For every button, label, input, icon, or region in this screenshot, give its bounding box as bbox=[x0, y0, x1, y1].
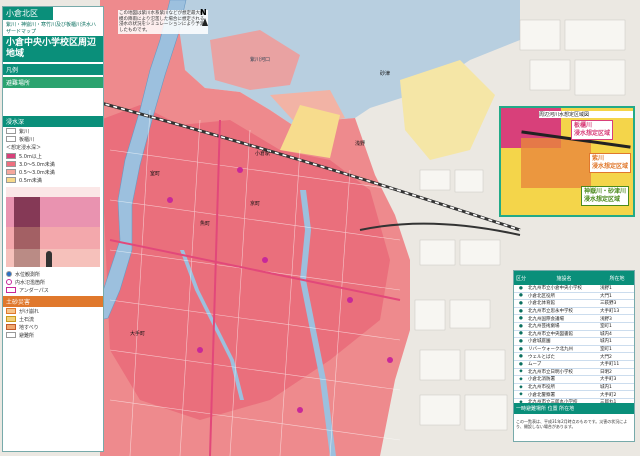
flood-level-4: 0.5m未満 bbox=[3, 176, 103, 184]
map-label-uomachi: 魚町 bbox=[200, 221, 211, 227]
legend-evac: 避難所 bbox=[3, 331, 103, 339]
ward-name: 小倉北区 bbox=[3, 7, 53, 20]
legend-cliff: がけ崩れ bbox=[3, 307, 103, 315]
shelter-table-header: 区分 施設名 所在地 bbox=[514, 271, 634, 285]
inset-title: 周辺河川水想定区域図 bbox=[539, 111, 633, 118]
legend-river-1: 紫川 bbox=[3, 127, 103, 135]
temporary-shelter-header: 一時避難場所 位置 所在地 bbox=[514, 403, 634, 414]
inset-label-kanatake: 神嶽川・砂津川 浸水想定区域 bbox=[581, 186, 630, 206]
shelter-table-note: この一覧表は、平成31年2月時点のものです。災害の状況により、開設しない場合があ… bbox=[516, 419, 628, 429]
map-label-muromachi: 室町 bbox=[150, 171, 161, 177]
compass-north-icon: N bbox=[200, 8, 207, 17]
inset-label-itabitsu: 板櫃川 浸水想定区域 bbox=[571, 120, 614, 140]
person-icon bbox=[46, 251, 52, 267]
legend-inland-flood: 内水氾濫箇所 bbox=[3, 278, 103, 286]
flood-level-3: 0.5～3.0m未満 bbox=[3, 168, 103, 176]
map-subtitle: 紫川・神嶽川・寒竹川及び板櫃川洪水ハザードマップ bbox=[6, 22, 97, 35]
inset-label-murasaki: 紫川 浸水想定区域 bbox=[589, 153, 632, 173]
legend-section-shelter: 避難場所 bbox=[3, 77, 103, 88]
table-row: ● 小倉北体育館 三萩野3 bbox=[514, 300, 634, 308]
legend-underpass: アンダーパス bbox=[3, 286, 103, 294]
table-row: ● 北九州市立中央図書館 城内4 bbox=[514, 331, 634, 339]
legend-panel: 小倉北区 紫川・神嶽川・寒竹川及び板櫃川洪水ハザードマップ 小倉中央小学校区周辺… bbox=[2, 6, 104, 452]
compass-arrow-icon bbox=[202, 18, 208, 26]
flood-level-2: 3.0～5.0m未満 bbox=[3, 160, 103, 168]
table-row: ● ムーブ 大手町11 bbox=[514, 361, 634, 369]
legend-debris: 土石流 bbox=[3, 315, 103, 323]
table-row: ● ウェルとばた 大門2 bbox=[514, 353, 634, 361]
map-note: この地図は紫川水系紫川などが想定最大規模の降雨により氾濫した場合に想定される浸水… bbox=[118, 10, 208, 34]
table-row: ◆ 小倉北警察署 大手町2 bbox=[514, 391, 634, 399]
inset-map: 周辺河川水想定区域図 板櫃川 浸水想定区域 紫川 浸水想定区域 神嶽川・砂津川 … bbox=[499, 106, 635, 217]
shelter-table: 区分 施設名 所在地 ● 北九州市立小倉中央小学校 浅野1 ● 小倉北区役所 大門1 ● 小倉… bbox=[513, 270, 635, 442]
depth-illustration bbox=[6, 187, 100, 267]
table-row: ◆ 北九州市立日明小学校 日明2 bbox=[514, 369, 634, 377]
table-row: ● 北九州市立小倉中央小学校 浅野1 bbox=[514, 285, 634, 293]
legend-landslide: 地すべり bbox=[3, 323, 103, 331]
map-label-asano: 浅野 bbox=[355, 141, 366, 147]
shelter-table-rows: ● 北九州市立小倉中央小学校 浅野1 ● 小倉北区役所 大門1 ● 小倉北体育館 三萩野3 ● 北九… bbox=[514, 285, 634, 407]
legend-shelter-icons bbox=[3, 88, 103, 114]
flood-depth-header: ＜想定浸水深＞ bbox=[6, 145, 42, 151]
table-row: ● 北九州国際会議場 浅野3 bbox=[514, 315, 634, 323]
legend-gauge: 水位観測所 bbox=[3, 270, 103, 278]
legend-section-landslide: 土砂災害 bbox=[3, 296, 103, 307]
map-label-kyomachi: 京町 bbox=[250, 201, 261, 207]
map-title: 小倉中央小学校区周辺地域 bbox=[3, 36, 103, 62]
table-row: ● 北九州芸術劇場 室町1 bbox=[514, 323, 634, 331]
legend-river-2: 板櫃川 bbox=[3, 135, 103, 143]
table-row: ● 小倉城庭園 城内1 bbox=[514, 338, 634, 346]
table-row: ● 北九州市立思永中学校 大手町13 bbox=[514, 308, 634, 316]
legend-section-flood: 浸水深 bbox=[3, 116, 103, 127]
table-row: ◆ 北九州市役所 城内1 bbox=[514, 384, 634, 392]
table-row: ◆ 小倉北消防署 大手町3 bbox=[514, 376, 634, 384]
table-row: ● 小倉北区役所 大門1 bbox=[514, 293, 634, 301]
map-label-otemachi: 大手町 bbox=[130, 331, 146, 337]
map-label-station: 小倉駅 bbox=[255, 151, 271, 157]
legend-section-hanrei: 凡例 bbox=[3, 64, 103, 75]
map-label-sea: 紫川河口 bbox=[250, 57, 271, 63]
table-row: ● リバーウォーク北九州 室町1 bbox=[514, 346, 634, 354]
inset-zone-murasaki bbox=[521, 138, 591, 188]
map-label-sunatsu: 砂津 bbox=[380, 71, 391, 77]
flood-level-1: 5.0m以上 bbox=[3, 152, 103, 160]
